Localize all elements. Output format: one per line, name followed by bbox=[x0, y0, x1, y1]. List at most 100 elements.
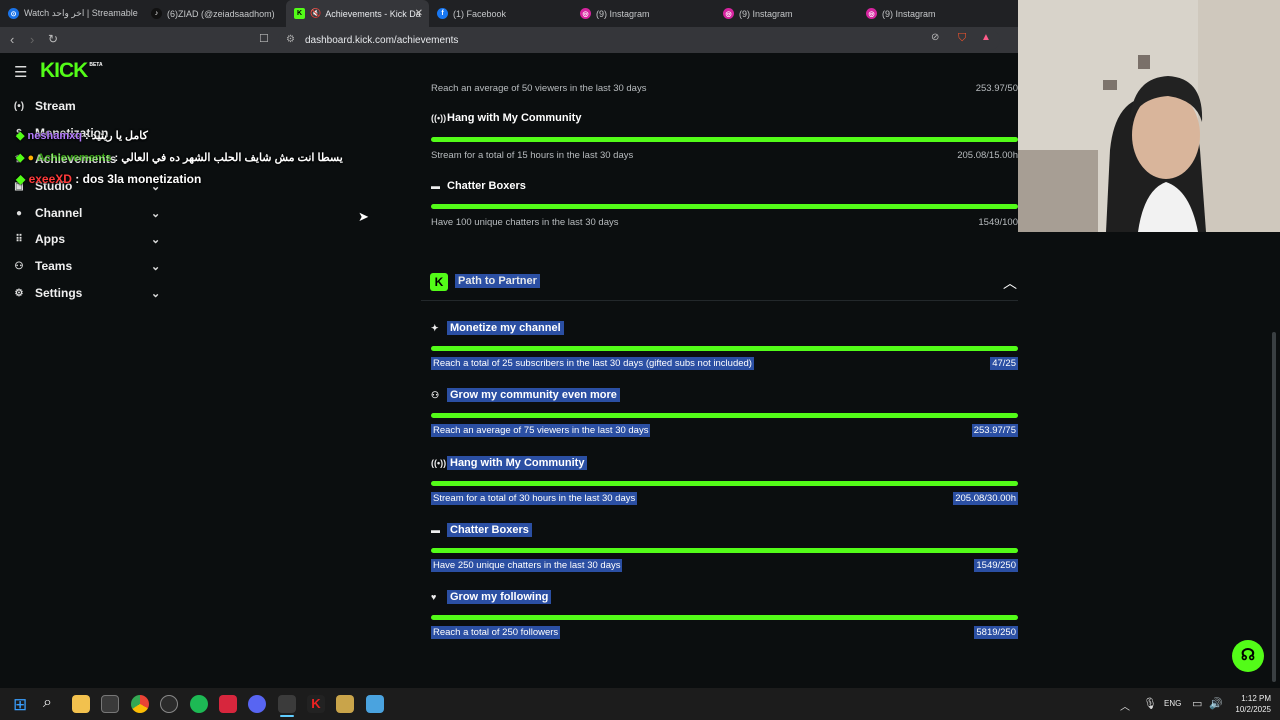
app-icon[interactable]: K bbox=[307, 695, 325, 713]
clock-time: 1:12 PM bbox=[1241, 694, 1271, 703]
achievement-description: Reach a total of 25 subscribers in the l… bbox=[431, 357, 754, 370]
tab-label: (6)ZIAD (@zeiadsaadhom) bbox=[167, 8, 275, 19]
sparkle-icon: ✦ bbox=[431, 322, 439, 333]
scrollbar[interactable] bbox=[1272, 332, 1276, 682]
tab-instagram[interactable]: ◎ (9) Instagram bbox=[572, 0, 715, 27]
tab-streamable[interactable]: ⊙ Watch اخر واحد | Streamable bbox=[0, 0, 143, 27]
grid-icon: ⠿ bbox=[15, 233, 23, 245]
achievement-title: ▬ Chatter Boxers bbox=[431, 180, 526, 192]
spotify-icon[interactable] bbox=[190, 695, 208, 713]
obs-icon[interactable] bbox=[160, 695, 178, 713]
achievement-progress-bar bbox=[431, 413, 1018, 418]
sidebar-item-teams[interactable]: ⚇ Teams ⌄ bbox=[12, 256, 161, 276]
app-icon[interactable] bbox=[219, 695, 237, 713]
menu-icon[interactable]: ☰ bbox=[14, 63, 27, 81]
forward-icon[interactable]: › bbox=[30, 32, 34, 47]
chevron-down-icon[interactable]: ⌄ bbox=[151, 260, 160, 273]
kick-logo[interactable]: KICK BETA bbox=[40, 59, 103, 83]
chat-icon: ▬ bbox=[431, 525, 440, 535]
chat-badge-icon: ◆ bbox=[16, 172, 26, 186]
achievement-progress-value: 253.97/75 bbox=[971, 424, 1018, 437]
achievement-progress-bar bbox=[431, 346, 1018, 351]
chevron-down-icon[interactable]: ⌄ bbox=[151, 233, 160, 246]
chevron-up-icon[interactable]: ︿ bbox=[1003, 273, 1017, 293]
webcam-image bbox=[1018, 0, 1280, 232]
achievement-description: Reach an average of 75 viewers in the la… bbox=[431, 424, 651, 437]
broadcast-icon: (•) bbox=[13, 100, 25, 112]
chevron-down-icon[interactable]: ⌄ bbox=[151, 207, 160, 220]
achievement-description: Have 100 unique chatters in the last 30 … bbox=[431, 217, 619, 228]
discord-icon[interactable] bbox=[248, 695, 266, 713]
tiktok-icon: ♪ bbox=[151, 8, 162, 19]
section-divider bbox=[421, 300, 1018, 301]
support-chat-button[interactable]: ☊ bbox=[1232, 640, 1264, 672]
eye-off-icon[interactable]: ⊘ bbox=[931, 32, 939, 43]
clock[interactable]: 1:12 PM 10/2/2025 bbox=[1227, 693, 1271, 715]
rewards-icon[interactable]: ▲ bbox=[981, 32, 991, 43]
achievement-progress-bar bbox=[431, 137, 1018, 142]
volume-icon[interactable]: 🔊 bbox=[1209, 697, 1223, 710]
sidebar-item-settings[interactable]: ⚙ Settings ⌄ bbox=[12, 283, 161, 303]
reload-icon[interactable]: ↻ bbox=[48, 32, 58, 46]
back-icon[interactable]: ‹ bbox=[10, 32, 14, 47]
search-icon[interactable]: ⌕ bbox=[43, 694, 52, 712]
site-info-icon[interactable]: ⚙ bbox=[286, 34, 295, 45]
sidebar-item-channel[interactable]: ● Channel ⌄ bbox=[12, 203, 160, 223]
chevron-down-icon[interactable]: ⌄ bbox=[151, 287, 160, 300]
active-app-indicator bbox=[280, 715, 294, 717]
network-icon[interactable]: ▭ bbox=[1192, 697, 1202, 710]
bookmark-icon[interactable]: ☐ bbox=[259, 32, 269, 45]
tab-label: Achievements - Kick Da bbox=[325, 8, 421, 19]
mute-icon: 🔇 bbox=[310, 8, 322, 18]
browser-tab-strip: ⊙ Watch اخر واحد | Streamable ♪ (6)ZIAD … bbox=[0, 0, 1018, 27]
microphone-icon[interactable]: 🎙 bbox=[1143, 697, 1157, 710]
sidebar-item-stream[interactable]: (•) Stream bbox=[12, 96, 76, 116]
address-bar[interactable]: ⚙ dashboard.kick.com/achievements bbox=[278, 30, 1000, 50]
chat-badge-icon: ◆ bbox=[16, 152, 25, 164]
section-title: Path to Partner bbox=[455, 274, 540, 288]
tab-label: (1) Facebook bbox=[453, 8, 507, 19]
webcam-overlay bbox=[1018, 0, 1280, 232]
chat-message: ◆ neshamxq : كامل يا ريتيد bbox=[16, 130, 148, 142]
chevron-up-icon[interactable]: ︿ bbox=[1120, 698, 1130, 713]
mouse-cursor-icon: ➤ bbox=[358, 209, 369, 224]
achievement-progress-value: 205.08/30.00h bbox=[953, 492, 1018, 505]
achievement-progress-value: 47/25 bbox=[990, 357, 1018, 370]
instagram-icon: ◎ bbox=[723, 8, 734, 19]
chrome-icon[interactable] bbox=[131, 695, 149, 713]
kick-badge-icon: K bbox=[430, 273, 448, 291]
kick-icon: K bbox=[294, 8, 305, 19]
app-icon[interactable] bbox=[336, 695, 354, 713]
achievement-description: Reach an average of 50 viewers in the la… bbox=[431, 83, 647, 94]
brave-shield-icon[interactable]: ⛉ bbox=[958, 32, 966, 45]
file-explorer-icon[interactable] bbox=[72, 695, 90, 713]
headset-icon: ☊ bbox=[1240, 647, 1256, 664]
tab-instagram[interactable]: ◎ (9) Instagram bbox=[858, 0, 1001, 27]
achievement-progress-value: 1549/250 bbox=[974, 559, 1018, 572]
tab-facebook[interactable]: f (1) Facebook bbox=[429, 0, 572, 27]
achievement-title: ✦ Monetize my channel bbox=[431, 321, 564, 335]
chat-message: ◆ exeeXD : dos 3la monetization bbox=[16, 172, 202, 186]
tab-label: Watch اخر واحد | Streamable bbox=[24, 8, 138, 18]
windows-start-icon[interactable]: ⊞ bbox=[13, 695, 27, 715]
app-icon[interactable] bbox=[366, 695, 384, 713]
kick-app-icon[interactable] bbox=[278, 695, 296, 713]
tab-kick-achievements[interactable]: K 🔇 Achievements - Kick Da ✕ bbox=[286, 0, 429, 27]
chat-icon: ▬ bbox=[431, 181, 440, 191]
tab-instagram[interactable]: ◎ (9) Instagram bbox=[715, 0, 858, 27]
achievement-progress-bar bbox=[431, 481, 1018, 486]
user-icon: ● bbox=[15, 207, 23, 219]
achievement-title: ((•)) Hang with My Community bbox=[431, 456, 588, 470]
store-icon[interactable] bbox=[101, 695, 119, 713]
achievement-title: ((•)) Hang with My Community bbox=[431, 112, 582, 124]
language-indicator[interactable]: ENG bbox=[1164, 699, 1181, 708]
tab-tiktok[interactable]: ♪ (6)ZIAD (@zeiadsaadhom) bbox=[143, 0, 286, 27]
achievement-progress-value: 253.97/50 bbox=[975, 83, 1018, 94]
achievement-description: Stream for a total of 30 hours in the la… bbox=[431, 492, 638, 505]
achievement-title: ▬ Chatter Boxers bbox=[431, 523, 532, 537]
achievement-description: Stream for a total of 15 hours in the la… bbox=[431, 150, 634, 161]
chat-badge-icon: ● bbox=[27, 152, 35, 164]
sidebar-item-apps[interactable]: ⠿ Apps ⌄ bbox=[12, 229, 160, 249]
chat-message: ◆ ● Achievements : يسطا انت مش شايف الحل… bbox=[16, 152, 343, 164]
close-tab-icon[interactable]: ✕ bbox=[415, 8, 423, 19]
